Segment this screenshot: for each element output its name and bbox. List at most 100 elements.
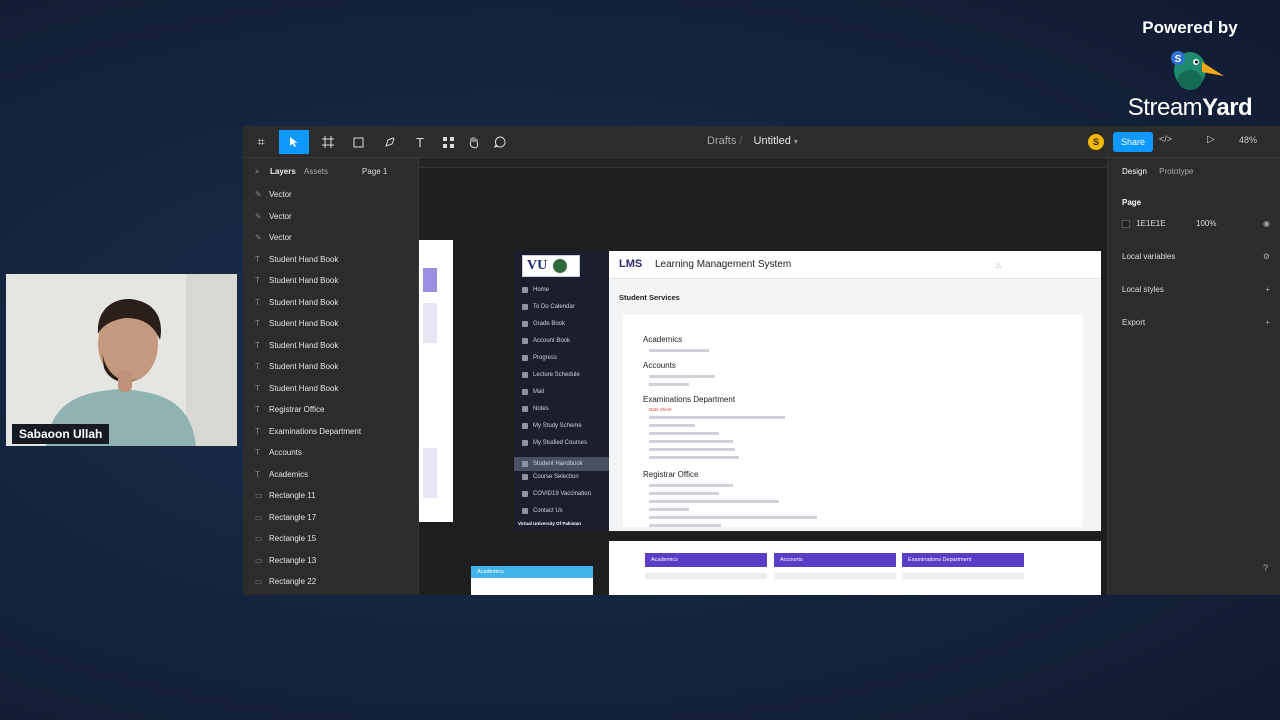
layer-item[interactable]: ▭ Rectangle 22 [243,571,418,593]
chevron-down-icon[interactable]: ▾ [794,137,798,146]
figma-menu-icon[interactable]: ⌗ [249,130,273,154]
local-variables-label[interactable]: Local variables [1122,252,1175,261]
lms-nav-item[interactable]: Account Book [522,338,570,344]
lms-nav-item[interactable]: My Study Scheme [522,423,582,429]
lms-nav-item[interactable]: COVID19 Vaccination [522,491,591,497]
academics-chip-frame[interactable]: Academics [471,566,593,595]
lms-nav-item[interactable]: Home [522,287,549,293]
add-style-icon[interactable]: + [1265,285,1270,294]
layer-item[interactable]: ✎ Vector [243,227,418,249]
tab-accounts[interactable]: Accounts [774,553,896,567]
layer-type-icon: T [255,319,260,329]
add-export-icon[interactable]: + [1265,318,1270,327]
lms-nav-item[interactable]: Student Handbook [514,457,609,471]
lms-nav-item[interactable]: Progress [522,355,557,361]
exams-dropdown[interactable] [902,573,1024,579]
exam-link-4[interactable] [649,432,719,435]
layer-item[interactable]: ▭ Rectangle 15 [243,528,418,550]
shape-tool-icon[interactable] [347,130,369,154]
user-avatar[interactable]: S [1088,134,1104,150]
accounts-link-1[interactable] [649,375,715,378]
academics-link[interactable] [649,349,709,352]
tab-assets[interactable]: Assets [304,167,328,176]
registrar-link-3[interactable] [649,500,779,503]
registrar-link-6[interactable] [649,524,721,527]
layer-item[interactable]: T Accounts [243,442,418,464]
layer-item[interactable]: T Student Hand Book [243,356,418,378]
tab-prototype[interactable]: Prototype [1159,167,1193,176]
lms-nav-item[interactable]: To Do Calendar [522,304,575,310]
layer-item[interactable]: T Student Hand Book [243,378,418,400]
page-selector[interactable]: Page 1 [362,167,387,176]
accounts-dropdown[interactable] [774,573,896,579]
layer-item[interactable]: T Student Hand Book [243,249,418,271]
lms-nav-item[interactable]: Grade Book [522,321,565,327]
text-tool-icon[interactable]: T [409,130,431,154]
layer-item[interactable]: ▭ Rectangle 13 [243,550,418,572]
lms-nav-item[interactable]: Mail [522,389,544,395]
tab-layers[interactable]: Layers [270,167,296,176]
lms-nav-item[interactable]: Course Selection [522,474,579,480]
bell-icon[interactable]: △ [996,261,1001,269]
breadcrumb-drafts[interactable]: Drafts [707,135,736,147]
layer-item[interactable]: T Academics [243,464,418,486]
pen-tool-icon[interactable] [379,130,401,154]
lms-nav-item[interactable]: Lecture Schedule [522,372,580,378]
academics-dropdown[interactable] [645,573,767,579]
registrar-link-4[interactable] [649,508,689,511]
layer-item[interactable]: T Examinations Department [243,421,418,443]
present-play-icon[interactable]: ▷ [1207,134,1215,145]
frame-tool-icon[interactable] [317,130,339,154]
layer-item[interactable]: T Student Hand Book [243,292,418,314]
page-color-swatch[interactable] [1122,219,1130,228]
lms-nav-item[interactable]: Contact Us [522,508,563,514]
tab-design[interactable]: Design [1122,167,1147,176]
lms-sidebar-frame[interactable]: VU Home To Do Calendar Grade Book Account B… [514,251,609,531]
layer-item[interactable]: T Student Hand Book [243,313,418,335]
layer-item[interactable]: ✎ Vector [243,184,418,206]
hand-tool-icon[interactable] [463,130,485,154]
layer-item[interactable]: T Registrar Office [243,399,418,421]
comment-tool-icon[interactable] [489,130,511,154]
local-styles-label[interactable]: Local styles [1122,285,1164,294]
exam-link-6[interactable] [649,448,735,451]
share-button[interactable]: Share [1113,132,1154,152]
lms-main-frame[interactable]: LMS Learning Management System △ Student… [609,251,1101,531]
exam-link-2[interactable] [649,416,785,419]
lms-nav-item[interactable]: Notes [522,406,549,412]
dev-mode-button[interactable]: </> [1159,134,1185,150]
page-color-value[interactable]: 1E1E1E [1136,219,1165,228]
help-icon[interactable]: ? [1263,563,1268,573]
variables-icon[interactable]: ⚙ [1263,252,1270,261]
layer-item[interactable]: ▭ Rectangle 11 [243,485,418,507]
layer-item[interactable]: ✎ Vector [243,206,418,228]
registrar-link-5[interactable] [649,516,817,519]
lms-nav-item[interactable]: My Studied Courses [522,440,587,446]
eye-icon[interactable]: ◉ [1263,219,1270,228]
nav-item-label: Course Selection [533,474,579,480]
move-tool-icon[interactable] [279,130,309,154]
zoom-level[interactable]: 48% [1239,135,1257,145]
layer-item[interactable]: T Student Hand Book [243,335,418,357]
exam-link-5[interactable] [649,440,733,443]
academics-chip[interactable]: Academics [471,566,593,578]
layer-item[interactable]: T Student Hand Book [243,270,418,292]
page-opacity[interactable]: 100% [1196,219,1216,228]
file-breadcrumb[interactable]: Drafts / Untitled ▾ [707,135,798,147]
lms-tabs-frame[interactable]: Academics Accounts Examinations Departme… [609,541,1101,595]
search-icon[interactable]: ⌕ [255,167,259,177]
exam-link-7[interactable] [649,456,739,459]
exam-link-3[interactable] [649,424,695,427]
resources-tool-icon[interactable] [437,130,459,154]
nav-item-label: Home [533,287,550,293]
registrar-link-2[interactable] [649,492,719,495]
exam-link-red[interactable]: Date Sheet [649,407,672,412]
export-label[interactable]: Export [1122,318,1145,327]
accounts-link-2[interactable] [649,383,689,386]
design-canvas[interactable]: VU Home To Do Calendar Grade Book Account B… [419,158,1107,595]
tab-academics[interactable]: Academics [645,553,767,567]
registrar-link-1[interactable] [649,484,733,487]
file-title[interactable]: Untitled [754,135,791,147]
layer-item[interactable]: ▭ Rectangle 17 [243,507,418,529]
tab-examinations[interactable]: Examinations Department [902,553,1024,567]
